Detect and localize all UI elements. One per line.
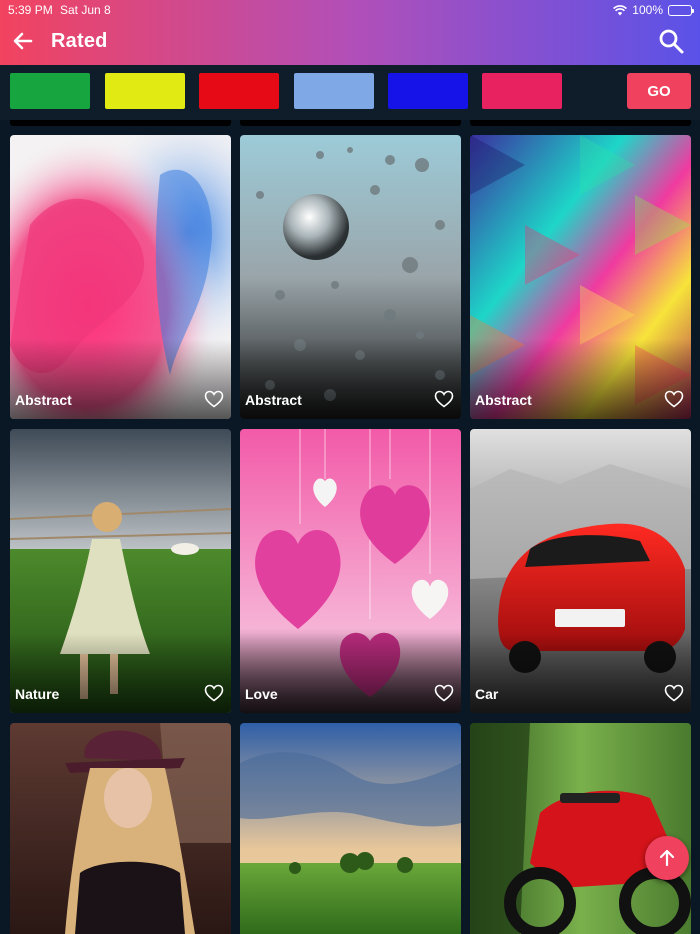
back-arrow-icon[interactable]	[10, 28, 36, 54]
battery-icon	[668, 4, 694, 16]
card-category: Abstract	[245, 392, 302, 408]
color-swatch-red[interactable]	[199, 73, 279, 109]
wallpaper-image	[470, 723, 691, 934]
heart-icon[interactable]	[434, 684, 454, 702]
color-swatch-blue[interactable]	[388, 73, 468, 109]
wallpaper-image	[10, 723, 231, 934]
card-category: Abstract	[15, 392, 72, 408]
wifi-icon	[613, 4, 628, 15]
card-category: Abstract	[475, 392, 532, 408]
status-right: 100%	[613, 3, 694, 17]
wallpaper-card[interactable]: Abstract	[240, 135, 461, 419]
arrow-up-icon	[659, 849, 675, 867]
heart-icon[interactable]	[434, 390, 454, 408]
wallpaper-card[interactable]	[240, 723, 461, 934]
heart-icon[interactable]	[664, 684, 684, 702]
color-swatch-light-blue[interactable]	[294, 73, 374, 109]
card-category: Car	[475, 686, 499, 702]
wallpaper-card[interactable]: Love	[240, 429, 461, 713]
card-shade	[470, 633, 691, 713]
wallpaper-card[interactable]	[10, 723, 231, 934]
wallpaper-card[interactable]: Abstract	[10, 135, 231, 419]
wallpaper-card[interactable]	[470, 723, 691, 934]
color-swatch-green[interactable]	[10, 73, 90, 109]
status-time: 5:39 PM	[8, 3, 53, 17]
wallpaper-card[interactable]: Nature	[10, 429, 231, 713]
row-divider	[470, 120, 691, 126]
color-swatch-pink[interactable]	[482, 73, 562, 109]
row-divider	[10, 120, 231, 126]
scroll-to-top-button[interactable]	[645, 836, 689, 880]
heart-icon[interactable]	[204, 390, 224, 408]
status-bar: 5:39 PM Sat Jun 8 100%	[0, 3, 700, 17]
wallpaper-card[interactable]: Abstract	[470, 135, 691, 419]
go-button[interactable]: GO	[627, 73, 691, 109]
heart-icon[interactable]	[664, 390, 684, 408]
battery-percent: 100%	[632, 3, 663, 17]
page-title: Rated	[51, 30, 108, 52]
heart-icon[interactable]	[204, 684, 224, 702]
wallpaper-card[interactable]: Car	[470, 429, 691, 713]
card-category: Nature	[15, 686, 60, 702]
search-icon[interactable]	[657, 27, 685, 55]
status-date: Sat Jun 8	[60, 3, 111, 17]
color-filter-bar	[0, 65, 700, 120]
row-divider	[240, 120, 461, 126]
app-header: 5:39 PM Sat Jun 8 100% Rated	[0, 0, 700, 65]
color-swatch-yellow[interactable]	[105, 73, 185, 109]
card-category: Love	[245, 686, 278, 702]
wallpaper-image	[240, 723, 461, 934]
